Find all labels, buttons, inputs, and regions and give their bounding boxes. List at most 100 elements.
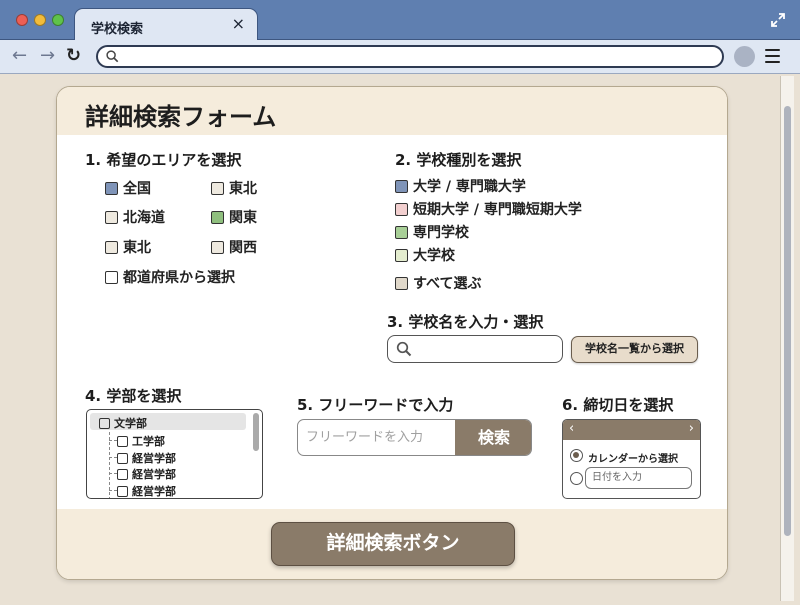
form-title: 詳細検索フォーム bbox=[85, 103, 277, 131]
department-checkbox[interactable] bbox=[117, 485, 128, 497]
deadline-picker: ‹ › カレンダーから選択 日付を入力 bbox=[562, 419, 701, 499]
tree-connector bbox=[109, 490, 117, 491]
department-item[interactable]: 経営学部 bbox=[117, 466, 176, 482]
browser-toolbar: ← → ↻ bbox=[0, 40, 800, 74]
area-checkbox-kansai[interactable]: 関西 bbox=[211, 237, 257, 257]
profile-avatar[interactable] bbox=[734, 46, 755, 67]
browser-tab[interactable]: 学校検索 × bbox=[74, 8, 258, 41]
minimize-window-button[interactable] bbox=[34, 14, 46, 26]
page-scrollbar[interactable] bbox=[780, 76, 794, 601]
date-input-radio[interactable] bbox=[570, 472, 583, 485]
area-checkbox-zenkoku[interactable]: 全国 bbox=[105, 178, 151, 198]
area-checkbox-box[interactable] bbox=[105, 181, 118, 195]
area-checkbox-box[interactable] bbox=[211, 181, 224, 195]
free-word-search-button[interactable]: 検索 bbox=[455, 420, 531, 455]
department-checkbox[interactable] bbox=[117, 435, 128, 447]
school-name-search-input[interactable] bbox=[387, 335, 563, 363]
tab-title: 学校検索 bbox=[91, 22, 144, 37]
search-form-card: 詳細検索フォーム 1. 希望のエリアを選択 全国 東北 北海道 関東 東北 関西… bbox=[56, 86, 728, 580]
search-icon bbox=[106, 50, 119, 63]
tree-connector bbox=[109, 457, 117, 458]
hamburger-menu-icon[interactable] bbox=[765, 49, 780, 63]
maximize-window-button[interactable] bbox=[52, 14, 64, 26]
expand-icon[interactable] bbox=[770, 12, 786, 28]
free-word-input[interactable] bbox=[298, 420, 455, 455]
area-checkbox-tohoku-2[interactable]: 東北 bbox=[105, 237, 151, 257]
chevron-right-icon[interactable]: › bbox=[689, 421, 694, 436]
type-checkbox-box[interactable] bbox=[395, 202, 408, 216]
type-label: 短期大学 / 専門職短期大学 bbox=[413, 202, 582, 218]
type-label: すべて選ぶ bbox=[413, 276, 482, 292]
type-checkbox-box[interactable] bbox=[395, 179, 408, 193]
area-label: 関西 bbox=[229, 240, 257, 256]
type-checkbox-select-all[interactable]: すべて選ぶ bbox=[395, 273, 481, 293]
department-section-title: 4. 学部を選択 bbox=[85, 387, 182, 405]
forward-arrow-icon[interactable]: → bbox=[40, 46, 55, 66]
calendar-header: ‹ › bbox=[563, 420, 700, 440]
department-checkbox[interactable] bbox=[117, 452, 128, 464]
form-header: 詳細検索フォーム bbox=[57, 87, 727, 135]
area-checkbox-box[interactable] bbox=[105, 240, 118, 254]
free-word-group: 検索 bbox=[297, 419, 532, 456]
tree-connector bbox=[109, 473, 117, 474]
area-label: 関東 bbox=[229, 210, 257, 226]
calendar-option-radio[interactable] bbox=[570, 449, 583, 462]
area-checkbox-kanto[interactable]: 関東 bbox=[211, 207, 257, 227]
school-name-section-title: 3. 学校名を入力・選択 bbox=[387, 313, 544, 331]
type-label: 大学校 bbox=[413, 248, 455, 264]
tree-connector bbox=[109, 440, 117, 441]
search-icon bbox=[396, 341, 412, 357]
type-checkbox-box[interactable] bbox=[395, 276, 408, 290]
area-label: 東北 bbox=[123, 240, 151, 256]
department-list-scrollbar[interactable] bbox=[253, 413, 259, 451]
school-list-button[interactable]: 学校名一覧から選択 bbox=[571, 336, 698, 363]
reload-icon[interactable]: ↻ bbox=[66, 46, 81, 66]
area-checkbox-tohoku[interactable]: 東北 bbox=[211, 178, 257, 198]
department-label: 文学部 bbox=[114, 417, 147, 430]
school-type-section-title: 2. 学校種別を選択 bbox=[395, 151, 522, 169]
calendar-option-label: カレンダーから選択 bbox=[588, 454, 678, 465]
page-scrollbar-thumb[interactable] bbox=[784, 106, 791, 536]
type-label: 専門学校 bbox=[413, 225, 469, 241]
department-checkbox[interactable] bbox=[99, 417, 110, 429]
close-window-button[interactable] bbox=[16, 14, 28, 26]
free-word-section-title: 5. フリーワードで入力 bbox=[297, 396, 454, 414]
chevron-left-icon[interactable]: ‹ bbox=[569, 421, 574, 436]
department-checkbox[interactable] bbox=[117, 468, 128, 480]
type-checkbox-box[interactable] bbox=[395, 248, 408, 262]
detailed-search-button[interactable]: 詳細検索ボタン bbox=[271, 522, 515, 566]
area-checkbox-hokkaido[interactable]: 北海道 bbox=[105, 207, 165, 227]
area-checkbox-box[interactable] bbox=[105, 270, 118, 284]
department-label: 経営学部 bbox=[132, 485, 176, 498]
tree-connector bbox=[109, 432, 110, 498]
department-tree-list[interactable]: 文学部 工学部 経営学部 経営学部 経営学部 bbox=[86, 409, 263, 499]
browser-titlebar: 学校検索 × bbox=[0, 0, 800, 41]
address-bar[interactable] bbox=[96, 45, 724, 68]
department-label: 経営学部 bbox=[132, 468, 176, 481]
area-label: 北海道 bbox=[123, 210, 165, 226]
type-checkbox-vocational[interactable]: 専門学校 bbox=[395, 222, 469, 242]
deadline-section-title: 6. 締切日を選択 bbox=[562, 396, 674, 414]
type-checkbox-junior-college[interactable]: 短期大学 / 専門職短期大学 bbox=[395, 199, 582, 219]
type-checkbox-college[interactable]: 大学校 bbox=[395, 245, 455, 265]
area-checkbox-box[interactable] bbox=[211, 240, 224, 254]
department-item[interactable]: 文学部 bbox=[99, 415, 147, 431]
back-arrow-icon[interactable]: ← bbox=[12, 46, 27, 66]
department-item[interactable]: 経営学部 bbox=[117, 450, 176, 466]
type-checkbox-box[interactable] bbox=[395, 225, 408, 239]
date-input-field[interactable]: 日付を入力 bbox=[585, 467, 692, 489]
type-label: 大学 / 専門職大学 bbox=[413, 179, 526, 195]
department-label: 工学部 bbox=[132, 435, 165, 448]
type-checkbox-university[interactable]: 大学 / 専門職大学 bbox=[395, 176, 526, 196]
area-section-title: 1. 希望のエリアを選択 bbox=[85, 151, 242, 169]
area-checkbox-box[interactable] bbox=[211, 210, 224, 224]
area-label: 全国 bbox=[123, 181, 151, 197]
tab-close-icon[interactable]: × bbox=[232, 15, 245, 33]
area-label: 東北 bbox=[229, 181, 257, 197]
area-checkbox-box[interactable] bbox=[105, 210, 118, 224]
department-item[interactable]: 経営学部 bbox=[117, 483, 176, 498]
area-checkbox-prefecture[interactable]: 都道府県から選択 bbox=[105, 267, 235, 287]
area-label: 都道府県から選択 bbox=[123, 270, 235, 286]
department-label: 経営学部 bbox=[132, 452, 176, 465]
department-item[interactable]: 工学部 bbox=[117, 433, 165, 449]
